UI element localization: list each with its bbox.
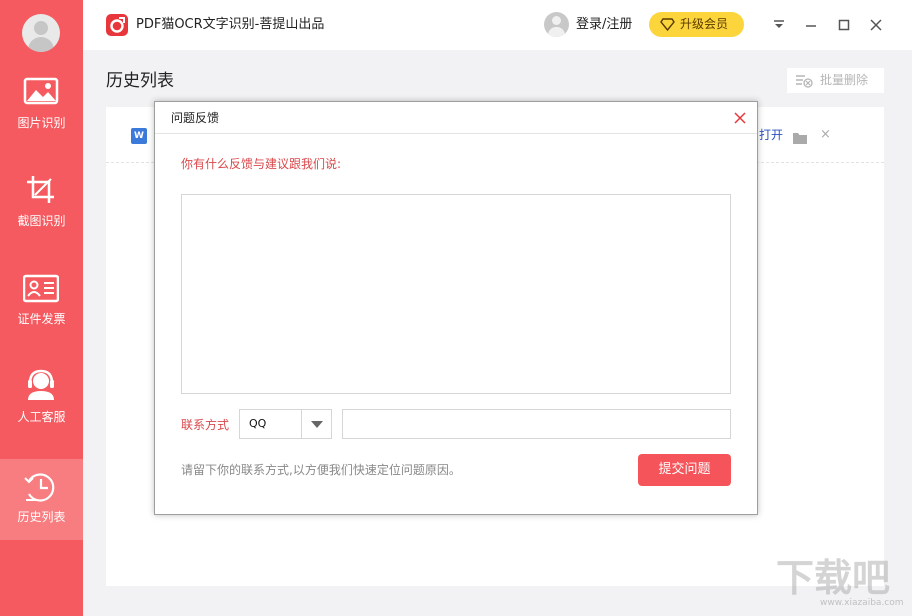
- sidebar-item-label: 截图识别: [0, 214, 83, 228]
- image-icon: [23, 75, 59, 105]
- feedback-prompt: 你有什么反馈与建议跟我们说:: [181, 156, 341, 172]
- page-title: 历史列表: [106, 70, 174, 92]
- minimize-icon: [801, 15, 821, 35]
- batch-delete-button[interactable]: 批量删除: [787, 68, 884, 93]
- headset-icon: [23, 369, 59, 401]
- contact-type-select[interactable]: QQ: [239, 409, 332, 439]
- sidebar-item-label: 证件发票: [0, 312, 83, 326]
- chevron-down-icon: [769, 15, 789, 35]
- user-avatar[interactable]: [544, 12, 569, 37]
- title-bar: PDF猫OCR文字识别-菩提山出品 登录/注册 升级会员: [83, 0, 912, 50]
- avatar[interactable]: [22, 14, 60, 52]
- batch-delete-label: 批量删除: [820, 68, 868, 93]
- open-link[interactable]: 打开: [759, 127, 783, 143]
- feedback-dialog: 问题反馈 你有什么反馈与建议跟我们说: 联系方式 QQ 请留下你的联系方式,以方…: [154, 101, 758, 515]
- sidebar-item-label: 图片识别: [0, 116, 83, 130]
- dialog-title: 问题反馈: [171, 110, 219, 126]
- upgrade-label: 升级会员: [680, 12, 728, 37]
- sidebar-item-label: 人工客服: [0, 410, 83, 424]
- sidebar-item-screenshot-ocr[interactable]: 截图识别: [0, 173, 83, 254]
- user-avatar-body-shape: [548, 27, 565, 37]
- watermark-url: www.xiazaiba.com: [820, 598, 904, 608]
- history-icon: [23, 467, 59, 507]
- sidebar-item-label: 历史列表: [0, 510, 83, 524]
- contact-input[interactable]: [342, 409, 731, 439]
- contact-method-label: 联系方式: [181, 417, 229, 433]
- minimize-button[interactable]: [801, 15, 821, 35]
- dialog-header: 问题反馈: [155, 102, 757, 134]
- upgrade-membership-button[interactable]: 升级会员: [649, 12, 744, 37]
- contact-hint: 请留下你的联系方式,以方便我们快速定位问题原因。: [181, 462, 461, 478]
- sidebar: 图片识别 截图识别 证件发票 人工客服: [0, 0, 83, 616]
- chevron-down-icon: [311, 421, 323, 428]
- sidebar-item-support[interactable]: 人工客服: [0, 369, 83, 450]
- feedback-textarea[interactable]: [181, 194, 731, 394]
- watermark-text: 下载吧: [776, 556, 890, 600]
- avatar-head-shape: [34, 21, 48, 35]
- login-register-link[interactable]: 登录/注册: [576, 16, 632, 34]
- close-icon: [732, 110, 748, 126]
- word-file-icon: W: [131, 128, 147, 144]
- sidebar-item-image-ocr[interactable]: 图片识别: [0, 75, 83, 156]
- watermark-logo: 下载吧 www.xiazaiba.com: [776, 556, 890, 600]
- folder-icon[interactable]: [793, 129, 807, 148]
- user-avatar-head-shape: [552, 16, 561, 25]
- submit-feedback-button[interactable]: 提交问题: [638, 454, 731, 486]
- list-delete-icon: [795, 73, 813, 88]
- maximize-icon: [834, 15, 854, 35]
- close-icon: [866, 15, 886, 35]
- avatar-body-shape: [28, 37, 54, 52]
- close-window-button[interactable]: [866, 15, 886, 35]
- remove-item-button[interactable]: ×: [820, 127, 831, 143]
- dropdown-arrow[interactable]: [301, 410, 331, 438]
- sidebar-item-history[interactable]: 历史列表: [0, 459, 83, 540]
- app-logo-icon: [106, 14, 128, 36]
- maximize-button[interactable]: [834, 15, 854, 35]
- app-title: PDF猫OCR文字识别-菩提山出品: [136, 16, 324, 34]
- id-card-icon: [23, 271, 59, 303]
- dropdown-menu-button[interactable]: [769, 15, 789, 35]
- crop-icon: [23, 173, 59, 205]
- dialog-close-button[interactable]: [732, 110, 748, 126]
- diamond-icon: [660, 18, 675, 31]
- contact-type-value: QQ: [249, 417, 266, 431]
- sidebar-item-id-invoice[interactable]: 证件发票: [0, 271, 83, 352]
